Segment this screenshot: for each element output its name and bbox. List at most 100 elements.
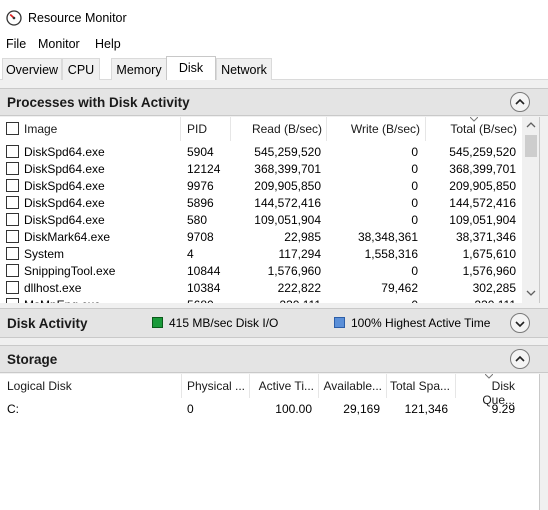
chevron-up-icon: [515, 98, 525, 105]
scroll-up-icon[interactable]: [522, 117, 540, 133]
process-total: 209,905,850: [449, 179, 516, 193]
scroll-thumb[interactable]: [525, 135, 537, 157]
title-bar: Resource Monitor: [0, 0, 548, 34]
disk-activity-title: Disk Activity: [7, 316, 88, 331]
tab-network[interactable]: Network: [216, 58, 272, 80]
process-image: DiskSpd64.exe: [24, 213, 105, 227]
process-write: 0: [328, 298, 418, 303]
processes-scrollbar[interactable]: [522, 117, 540, 303]
process-pid: 580: [187, 213, 208, 227]
tab-bar: Overview CPU Memory Disk Network: [0, 56, 548, 81]
process-read: 1,576,960: [267, 264, 321, 278]
tab-memory[interactable]: Memory: [111, 58, 167, 80]
process-row[interactable]: dllhost.exe 10384 222,822 79,462 302,285: [0, 279, 522, 296]
process-row[interactable]: DiskSpd64.exe 9976 209,905,850 0 209,905,850: [0, 177, 522, 194]
process-write: 79,462: [381, 281, 418, 295]
process-row[interactable]: System 4 117,294 1,558,316 1,675,610: [0, 245, 522, 262]
chevron-down-icon: [515, 321, 525, 328]
disk-activity-section-header[interactable]: Disk Activity 415 MB/sec Disk I/O 100% H…: [0, 308, 548, 338]
process-image: DiskSpd64.exe: [24, 162, 105, 176]
col-available[interactable]: Available...: [320, 374, 382, 398]
column-separator: [318, 374, 319, 398]
process-pid: 12124: [187, 162, 221, 176]
process-total: 38,371,346: [455, 230, 516, 244]
tab-disk[interactable]: Disk: [166, 56, 216, 81]
process-row[interactable]: DiskMark64.exe 9708 22,985 38,348,361 38,371…: [0, 228, 522, 245]
process-read: 144,572,416: [254, 196, 321, 210]
process-total: 1,576,960: [462, 264, 516, 278]
process-pid: 10844: [187, 264, 221, 278]
process-pid: 9976: [187, 179, 214, 193]
process-checkbox[interactable]: [6, 213, 19, 226]
menu-monitor[interactable]: Monitor: [38, 37, 80, 51]
process-total: 302,285: [472, 281, 516, 295]
column-separator: [180, 117, 181, 141]
process-total: 230,111: [427, 298, 516, 303]
sort-descending-icon: [470, 117, 478, 122]
scroll-down-icon[interactable]: [522, 285, 540, 301]
process-image: System: [24, 247, 65, 261]
process-write: 0: [411, 213, 418, 227]
storage-row[interactable]: C: 0 100.00 29,169 121,346 9.29: [0, 400, 522, 417]
column-separator: [386, 374, 387, 398]
process-checkbox[interactable]: [6, 145, 19, 158]
process-total: 144,572,416: [449, 196, 516, 210]
col-read[interactable]: Read (B/sec): [232, 117, 322, 141]
col-image[interactable]: Image: [24, 117, 57, 141]
expand-disk-activity-button[interactable]: [510, 313, 530, 333]
collapse-storage-button[interactable]: [510, 349, 530, 369]
process-write: 1,558,316: [364, 247, 418, 261]
col-active-time[interactable]: Active Ti...: [252, 374, 314, 398]
process-total: 109,051,904: [449, 213, 516, 227]
col-write[interactable]: Write (B/sec): [328, 117, 420, 141]
process-write: 0: [411, 264, 418, 278]
process-checkbox[interactable]: [6, 230, 19, 243]
menu-help[interactable]: Help: [95, 37, 121, 51]
logical-disk-value: C:: [7, 402, 19, 416]
active-time-text: 100% Highest Active Time: [351, 316, 491, 330]
process-image: dllhost.exe: [24, 281, 82, 295]
process-row[interactable]: DiskSpd64.exe 12124 368,399,701 0 368,399,70…: [0, 160, 522, 177]
col-pid[interactable]: PID: [187, 117, 207, 141]
processes-panel: Image PID Read (B/sec) Write (B/sec) Tot…: [0, 117, 540, 303]
process-checkbox[interactable]: [6, 264, 19, 277]
col-total-space[interactable]: Total Spa...: [388, 374, 450, 398]
process-pid: 10384: [187, 281, 221, 295]
column-separator: [230, 117, 231, 141]
process-checkbox[interactable]: [6, 281, 19, 294]
process-image: DiskSpd64.exe: [24, 196, 105, 210]
process-image: DiskMark64.exe: [24, 230, 111, 244]
process-checkbox[interactable]: [6, 162, 19, 175]
column-separator: [181, 374, 182, 398]
process-row[interactable]: DiskSpd64.exe 5904 545,259,520 0 545,259,520: [0, 143, 522, 160]
storage-section-header[interactable]: Storage: [0, 345, 548, 373]
disk-io-legend-swatch: [152, 317, 163, 328]
process-checkbox[interactable]: [6, 196, 19, 209]
resource-monitor-icon: [6, 10, 22, 26]
processes-section-header[interactable]: Processes with Disk Activity: [0, 88, 548, 116]
select-all-checkbox[interactable]: [6, 122, 19, 135]
process-read: 117,294: [278, 247, 322, 261]
process-read: 222,822: [277, 281, 321, 295]
process-checkbox[interactable]: [6, 298, 19, 303]
tab-overview[interactable]: Overview: [2, 58, 62, 80]
tab-cpu[interactable]: CPU: [62, 58, 100, 80]
menu-file[interactable]: File: [6, 37, 26, 51]
process-write: 0: [411, 162, 418, 176]
process-row[interactable]: DiskSpd64.exe 580 109,051,904 0 109,051,904: [0, 211, 522, 228]
col-logical-disk[interactable]: Logical Disk: [7, 374, 72, 398]
process-checkbox[interactable]: [6, 179, 19, 192]
process-read: 545,259,520: [254, 145, 321, 159]
process-row[interactable]: SnippingTool.exe 10844 1,576,960 0 1,576,960: [0, 262, 522, 279]
col-physical[interactable]: Physical ...: [187, 374, 245, 398]
disk-queue-value: 9.29: [491, 402, 515, 416]
process-checkbox[interactable]: [6, 247, 19, 260]
column-separator: [455, 374, 456, 398]
process-row[interactable]: DiskSpd64.exe 5896 144,572,416 0 144,572,416: [0, 194, 522, 211]
process-row[interactable]: MsMpEng.exe 5680 230,111 0 230,111: [0, 296, 522, 303]
column-separator: [425, 117, 426, 141]
collapse-processes-button[interactable]: [510, 92, 530, 112]
sort-descending-icon: [485, 374, 493, 379]
process-pid: 5896: [187, 196, 214, 210]
process-pid: 5904: [187, 145, 214, 159]
